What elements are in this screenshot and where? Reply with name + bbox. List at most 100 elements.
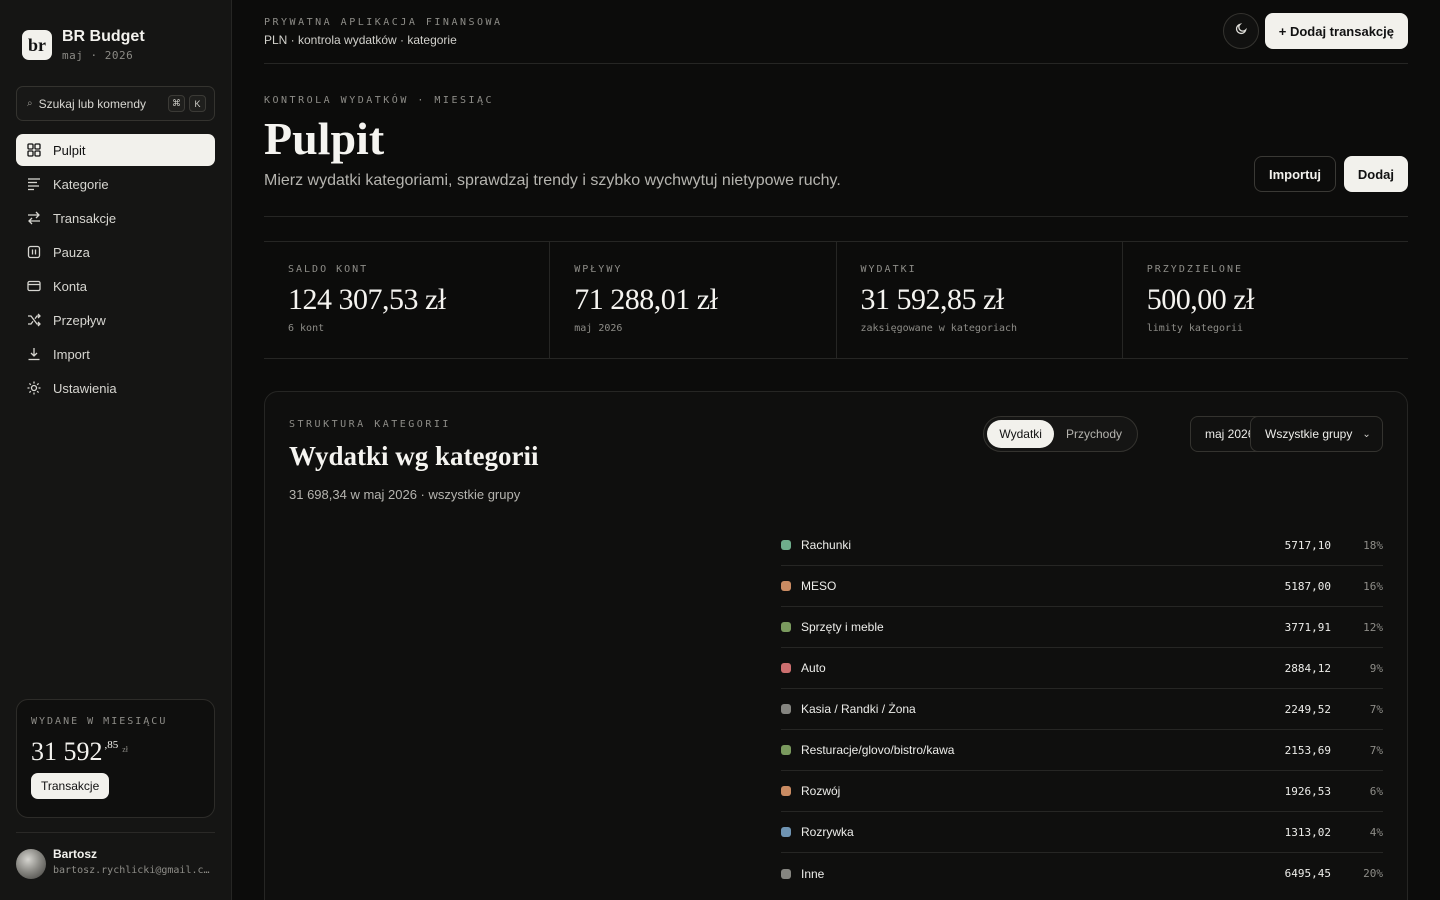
stat-sub: maj 2026 — [574, 323, 623, 334]
group-select[interactable]: Wszystkie grupy ⌄ — [1250, 416, 1383, 452]
category-name: Resturacje/glovo/bistro/kawa — [801, 743, 955, 757]
import-button[interactable]: Importuj — [1254, 156, 1336, 192]
sun-icon — [27, 381, 41, 395]
sidebar: br BR Budget maj · 2026 ⌕ Szukaj lub kom… — [0, 0, 232, 900]
panel-title: Wydatki wg kategorii — [289, 441, 539, 471]
stat-label: WYDATKI — [860, 264, 917, 275]
category-row[interactable]: Kasia / Randki / Żona 2249,52 7% — [781, 689, 1383, 730]
sidebar-item-import[interactable]: Import — [16, 338, 215, 370]
download-icon — [27, 347, 41, 361]
category-percent: 6% — [1369, 784, 1383, 798]
sidebar-item-label: Pauza — [53, 244, 90, 260]
stat-label: PRZYDZIELONE — [1146, 264, 1243, 275]
stat-sub: limity kategorii — [1146, 323, 1244, 334]
list-icon — [27, 177, 41, 191]
category-color-dot — [781, 663, 791, 673]
user-email: bartosz.rychlicki@gmail.com — [53, 865, 215, 876]
stat-value: 124 307,53 zł — [288, 283, 446, 316]
category-color-dot — [781, 622, 791, 632]
category-percent: 18% — [1363, 538, 1383, 552]
spent-amount-cents: ,85 — [104, 739, 119, 751]
category-row[interactable]: MESO 5187,00 16% — [781, 566, 1383, 607]
sidebar-item-label: Pulpit — [53, 142, 86, 158]
type-toggle: Wydatki Przychody — [983, 416, 1138, 452]
category-name: Rozrywka — [801, 825, 854, 839]
category-row[interactable]: Rozwój 1926,53 6% — [781, 771, 1383, 812]
category-row[interactable]: Resturacje/glovo/bistro/kawa 2153,69 7% — [781, 730, 1383, 771]
category-row[interactable]: Inne 6495,45 20% — [781, 853, 1383, 894]
page-title: Pulpit — [264, 113, 385, 164]
sidebar-item-ustawienia[interactable]: Ustawienia — [16, 372, 215, 404]
brand-logo: br — [22, 30, 52, 60]
category-percent: 7% — [1369, 702, 1383, 716]
main-content: PRYWATNA APLIKACJA FINANSOWA PLN · kontr… — [264, 0, 1408, 900]
toggle-expenses[interactable]: Wydatki — [987, 420, 1054, 448]
panel-eyebrow: STRUKTURA KATEGORII — [289, 419, 451, 430]
sidebar-item-label: Przepływ — [53, 312, 106, 328]
sidebar-item-pulpit[interactable]: Pulpit — [16, 134, 215, 166]
category-value: 2249,52 — [1284, 702, 1331, 716]
stat-sub: 6 kont — [288, 323, 325, 334]
category-row[interactable]: Auto 2884,12 9% — [781, 648, 1383, 689]
category-name: Auto — [801, 661, 826, 675]
stat-card-balance: SALDO KONT 124 307,53 zł 6 kont — [264, 242, 551, 358]
category-value: 1313,02 — [1284, 825, 1331, 839]
category-color-dot — [781, 704, 791, 714]
stat-card-income: WPŁYWY 71 288,01 zł maj 2026 — [550, 242, 837, 358]
sidebar-item-transakcje[interactable]: Transakcje — [16, 202, 215, 234]
user-name: Bartosz — [53, 847, 98, 861]
brand[interactable]: br BR Budget maj · 2026 — [22, 28, 145, 62]
shuffle-icon — [27, 313, 41, 327]
category-value: 2884,12 — [1284, 661, 1331, 675]
category-name: Rachunki — [801, 538, 852, 552]
brand-period: maj · 2026 — [62, 49, 134, 62]
spent-amount-whole: 31 592 — [31, 737, 103, 766]
theme-toggle-button[interactable] — [1223, 13, 1259, 49]
sidebar-item-pauza[interactable]: Pauza — [16, 236, 215, 268]
sidebar-item-przeplyw[interactable]: Przepływ — [16, 304, 215, 336]
category-value: 5717,10 — [1284, 538, 1331, 552]
add-transaction-button[interactable]: + Dodaj transakcję — [1264, 13, 1408, 49]
category-color-dot — [781, 827, 791, 837]
category-percent: 16% — [1363, 579, 1383, 593]
transactions-button[interactable]: Transakcje — [31, 773, 110, 799]
category-value: 1926,53 — [1284, 784, 1331, 798]
category-value: 5187,00 — [1284, 579, 1331, 593]
category-row[interactable]: Sprzęty i meble 3771,91 12% — [781, 607, 1383, 648]
category-list: Rachunki 5717,10 18% MESO 5187,00 16% Sprzęty … — [781, 525, 1383, 894]
sidebar-item-label: Konta — [53, 278, 87, 294]
sidebar-item-label: Kategorie — [53, 176, 109, 192]
category-name: Kasia / Randki / Żona — [801, 702, 916, 716]
sidebar-nav: Pulpit Kategorie Transakcje Pauza Konta — [16, 134, 215, 406]
sidebar-item-label: Import — [53, 346, 90, 362]
search-input[interactable]: ⌕ Szukaj lub komendy ⌘ K — [16, 86, 215, 121]
spent-amount: 31 592 ,85 zł — [31, 737, 200, 767]
category-row[interactable]: Rachunki 5717,10 18% — [781, 525, 1383, 566]
category-color-dot — [781, 868, 791, 879]
grid-icon — [27, 143, 41, 157]
page-eyebrow: KONTROLA WYDATKÓW · MIESIĄC — [264, 95, 495, 106]
spent-currency: zł — [122, 745, 129, 754]
page-description: Mierz wydatki kategoriami, sprawdzaj tre… — [264, 172, 841, 189]
add-button[interactable]: Dodaj — [1343, 156, 1408, 192]
stat-sub: zaksięgowane w kategoriach — [860, 323, 1018, 334]
category-percent: 12% — [1363, 620, 1383, 634]
category-value: 6495,45 — [1284, 867, 1331, 880]
category-percent: 7% — [1369, 743, 1383, 757]
stat-label: SALDO KONT — [288, 264, 369, 275]
sidebar-item-konta[interactable]: Konta — [16, 270, 215, 302]
chevron-down-icon: ⌄ — [1362, 428, 1371, 440]
brand-name: BR Budget — [62, 28, 145, 45]
sidebar-item-label: Ustawienia — [53, 380, 117, 396]
avatar — [16, 849, 46, 879]
sidebar-item-kategorie[interactable]: Kategorie — [16, 168, 215, 200]
stat-card-expenses: WYDATKI 31 592,85 zł zaksięgowane w kate… — [837, 242, 1123, 358]
page-header: KONTROLA WYDATKÓW · MIESIĄC Pulpit Mierz… — [264, 64, 1408, 217]
category-color-dot — [781, 540, 791, 550]
stat-value: 500,00 zł — [1146, 283, 1255, 316]
stat-label: WPŁYWY — [574, 264, 623, 275]
toggle-income[interactable]: Przychody — [1054, 420, 1134, 448]
category-row[interactable]: Rozrywka 1313,02 4% — [781, 812, 1383, 853]
user-profile[interactable]: Bartosz bartosz.rychlicki@gmail.com — [16, 832, 215, 879]
category-name: Inne — [801, 866, 825, 881]
